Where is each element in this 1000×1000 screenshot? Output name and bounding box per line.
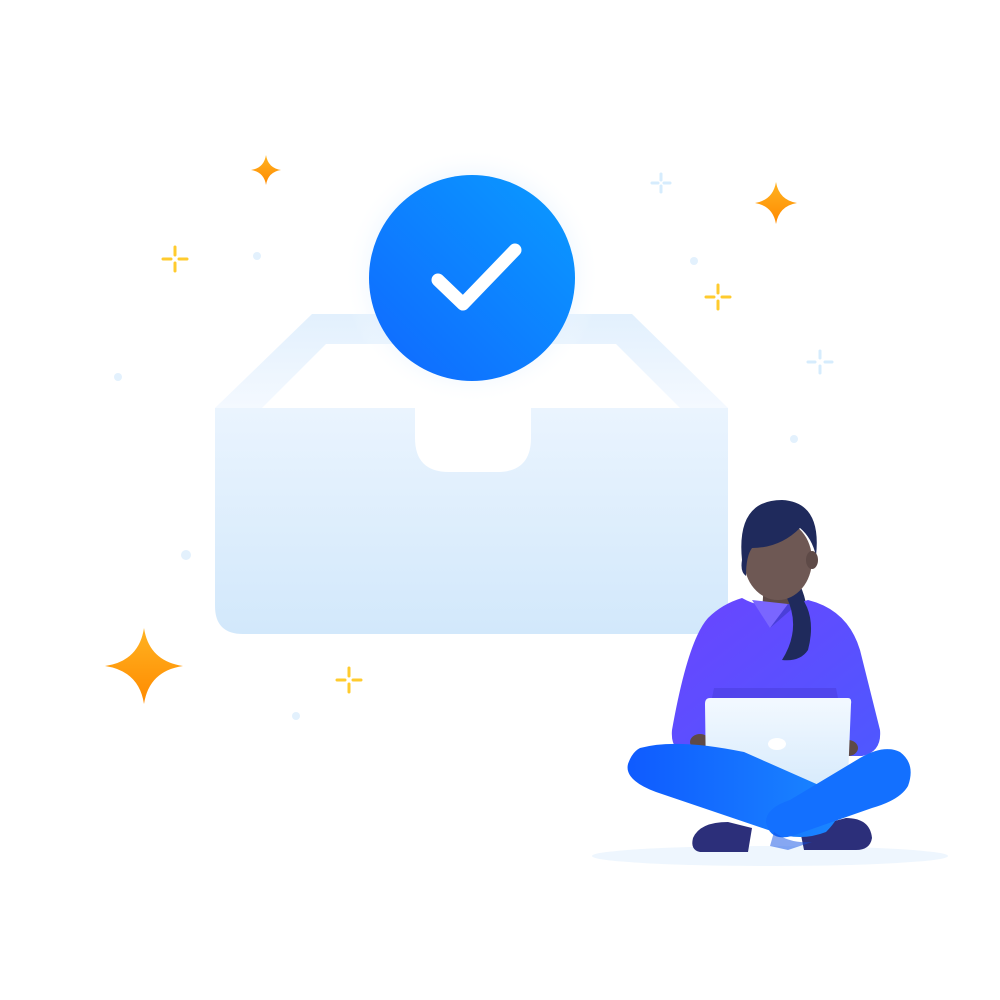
sparkle-icon <box>704 283 732 311</box>
sparkle-icon <box>650 172 672 194</box>
sparkle-icon <box>105 628 183 704</box>
sparkle-icon <box>335 666 363 694</box>
sparkle-icon <box>251 155 281 185</box>
illustration-scene <box>0 0 1000 1000</box>
sparkle-icon <box>806 349 834 375</box>
sparkle-icon <box>755 182 797 224</box>
sparkle-icon <box>161 245 189 273</box>
illustration-canvas <box>105 148 948 866</box>
check-badge-icon <box>344 148 600 404</box>
